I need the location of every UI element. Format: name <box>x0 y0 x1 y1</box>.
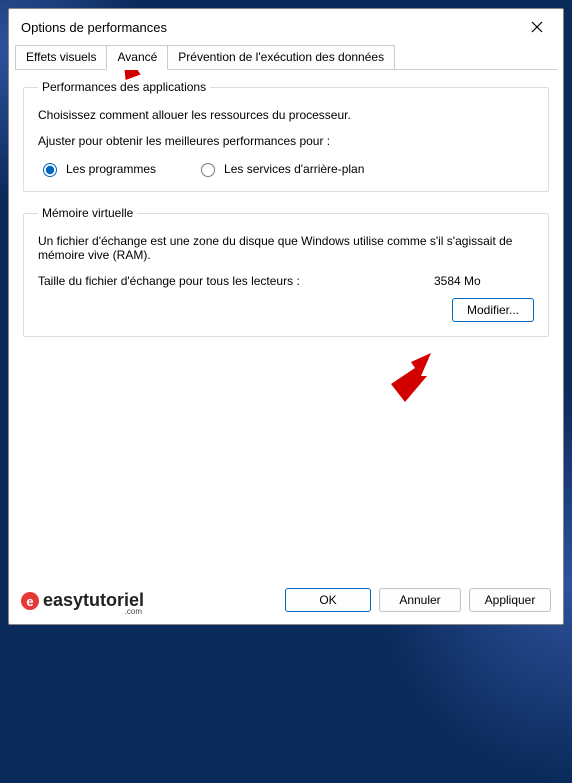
app-perf-description: Choisissez comment allouer les ressource… <box>38 108 534 122</box>
radio-programs[interactable]: Les programmes <box>38 160 156 177</box>
dialog-footer: e easytutoriel .com OK Annuler Appliquer <box>9 580 563 624</box>
group-virtual-memory-legend: Mémoire virtuelle <box>38 206 137 220</box>
tab-content: Performances des applications Choisissez… <box>9 70 563 580</box>
modify-button[interactable]: Modifier... <box>452 298 534 322</box>
tab-visual-effects[interactable]: Effets visuels <box>15 45 107 69</box>
cancel-button[interactable]: Annuler <box>379 588 461 612</box>
watermark: e easytutoriel .com <box>21 590 144 611</box>
radio-services-input[interactable] <box>201 163 215 177</box>
group-virtual-memory: Mémoire virtuelle Un fichier d'échange e… <box>23 206 549 337</box>
tab-dep[interactable]: Prévention de l'exécution des données <box>167 45 395 69</box>
close-icon <box>531 21 543 33</box>
adjust-label: Ajuster pour obtenir les meilleures perf… <box>38 134 534 148</box>
vm-size-value: 3584 Mo <box>434 274 534 288</box>
window-title: Options de performances <box>21 20 519 35</box>
vm-description: Un fichier d'échange est une zone du dis… <box>38 234 534 262</box>
vm-size-row: Taille du fichier d'échange pour tous le… <box>38 274 534 288</box>
annotation-arrow-modify <box>371 348 441 408</box>
group-app-performance-legend: Performances des applications <box>38 80 210 94</box>
vm-size-label: Taille du fichier d'échange pour tous le… <box>38 274 434 288</box>
radio-programs-label: Les programmes <box>66 162 156 176</box>
performance-options-window: Options de performances Effets visuels A… <box>8 8 564 625</box>
ok-button[interactable]: OK <box>285 588 371 612</box>
apply-button[interactable]: Appliquer <box>469 588 551 612</box>
titlebar: Options de performances <box>9 9 563 45</box>
group-app-performance: Performances des applications Choisissez… <box>23 80 549 192</box>
radio-programs-input[interactable] <box>43 163 57 177</box>
brand-logo-icon: e <box>21 592 39 610</box>
adjust-radio-group: Les programmes Les services d'arrière-pl… <box>38 160 534 177</box>
tab-advanced[interactable]: Avancé <box>106 45 168 70</box>
tab-strip: Effets visuels Avancé Prévention de l'ex… <box>15 45 557 70</box>
window-close-button[interactable] <box>519 13 555 41</box>
radio-services[interactable]: Les services d'arrière-plan <box>196 160 364 177</box>
radio-services-label: Les services d'arrière-plan <box>224 162 364 176</box>
brand-dotcom: .com <box>125 607 142 616</box>
